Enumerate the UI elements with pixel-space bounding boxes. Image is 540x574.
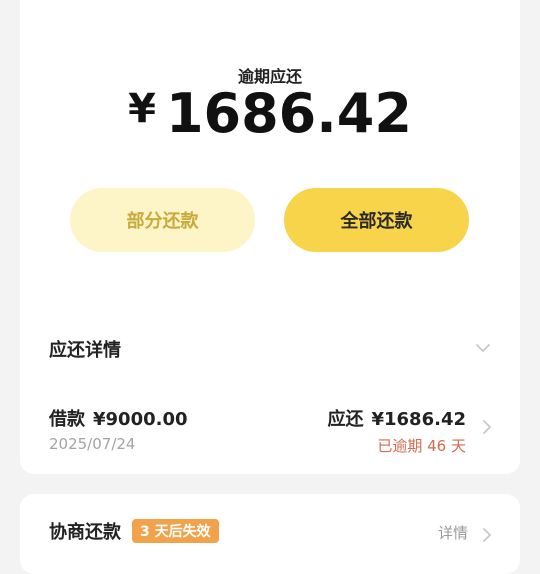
loan-due-amount: ¥1686.42 — [371, 409, 466, 430]
amount-display: ¥1686.42 — [20, 82, 520, 145]
loan-principal-amount: ¥9000.00 — [93, 409, 188, 430]
partial-repay-button[interactable]: 部分还款 — [70, 188, 255, 252]
full-repay-button[interactable]: 全部还款 — [284, 188, 469, 252]
loan-due-label: 应还 — [327, 409, 364, 430]
due-amount: 1686.42 — [165, 82, 412, 145]
chevron-right-icon[interactable] — [482, 419, 492, 435]
chevron-right-icon[interactable] — [482, 527, 492, 543]
negotiate-card[interactable]: 协商还款 3 天后失效 详情 — [20, 494, 520, 574]
overdue-days: 已逾期 46 天 — [377, 437, 466, 455]
loan-due-row[interactable]: 应还 ¥1686.42 — [327, 405, 466, 431]
repay-details-title: 应还详情 — [49, 340, 121, 361]
negotiate-title: 协商还款 — [49, 522, 121, 543]
loan-principal: 借款 ¥9000.00 — [49, 405, 188, 431]
currency-symbol: ¥ — [128, 86, 156, 132]
chevron-down-icon[interactable] — [475, 340, 491, 356]
repayment-card: 逾期应还 ¥1686.42 部分还款 全部还款 应还详情 借款 ¥9000.00 … — [20, 0, 520, 474]
loan-label: 借款 — [49, 409, 85, 430]
loan-date: 2025/07/24 — [49, 435, 136, 453]
expiry-badge: 3 天后失效 — [132, 519, 219, 543]
